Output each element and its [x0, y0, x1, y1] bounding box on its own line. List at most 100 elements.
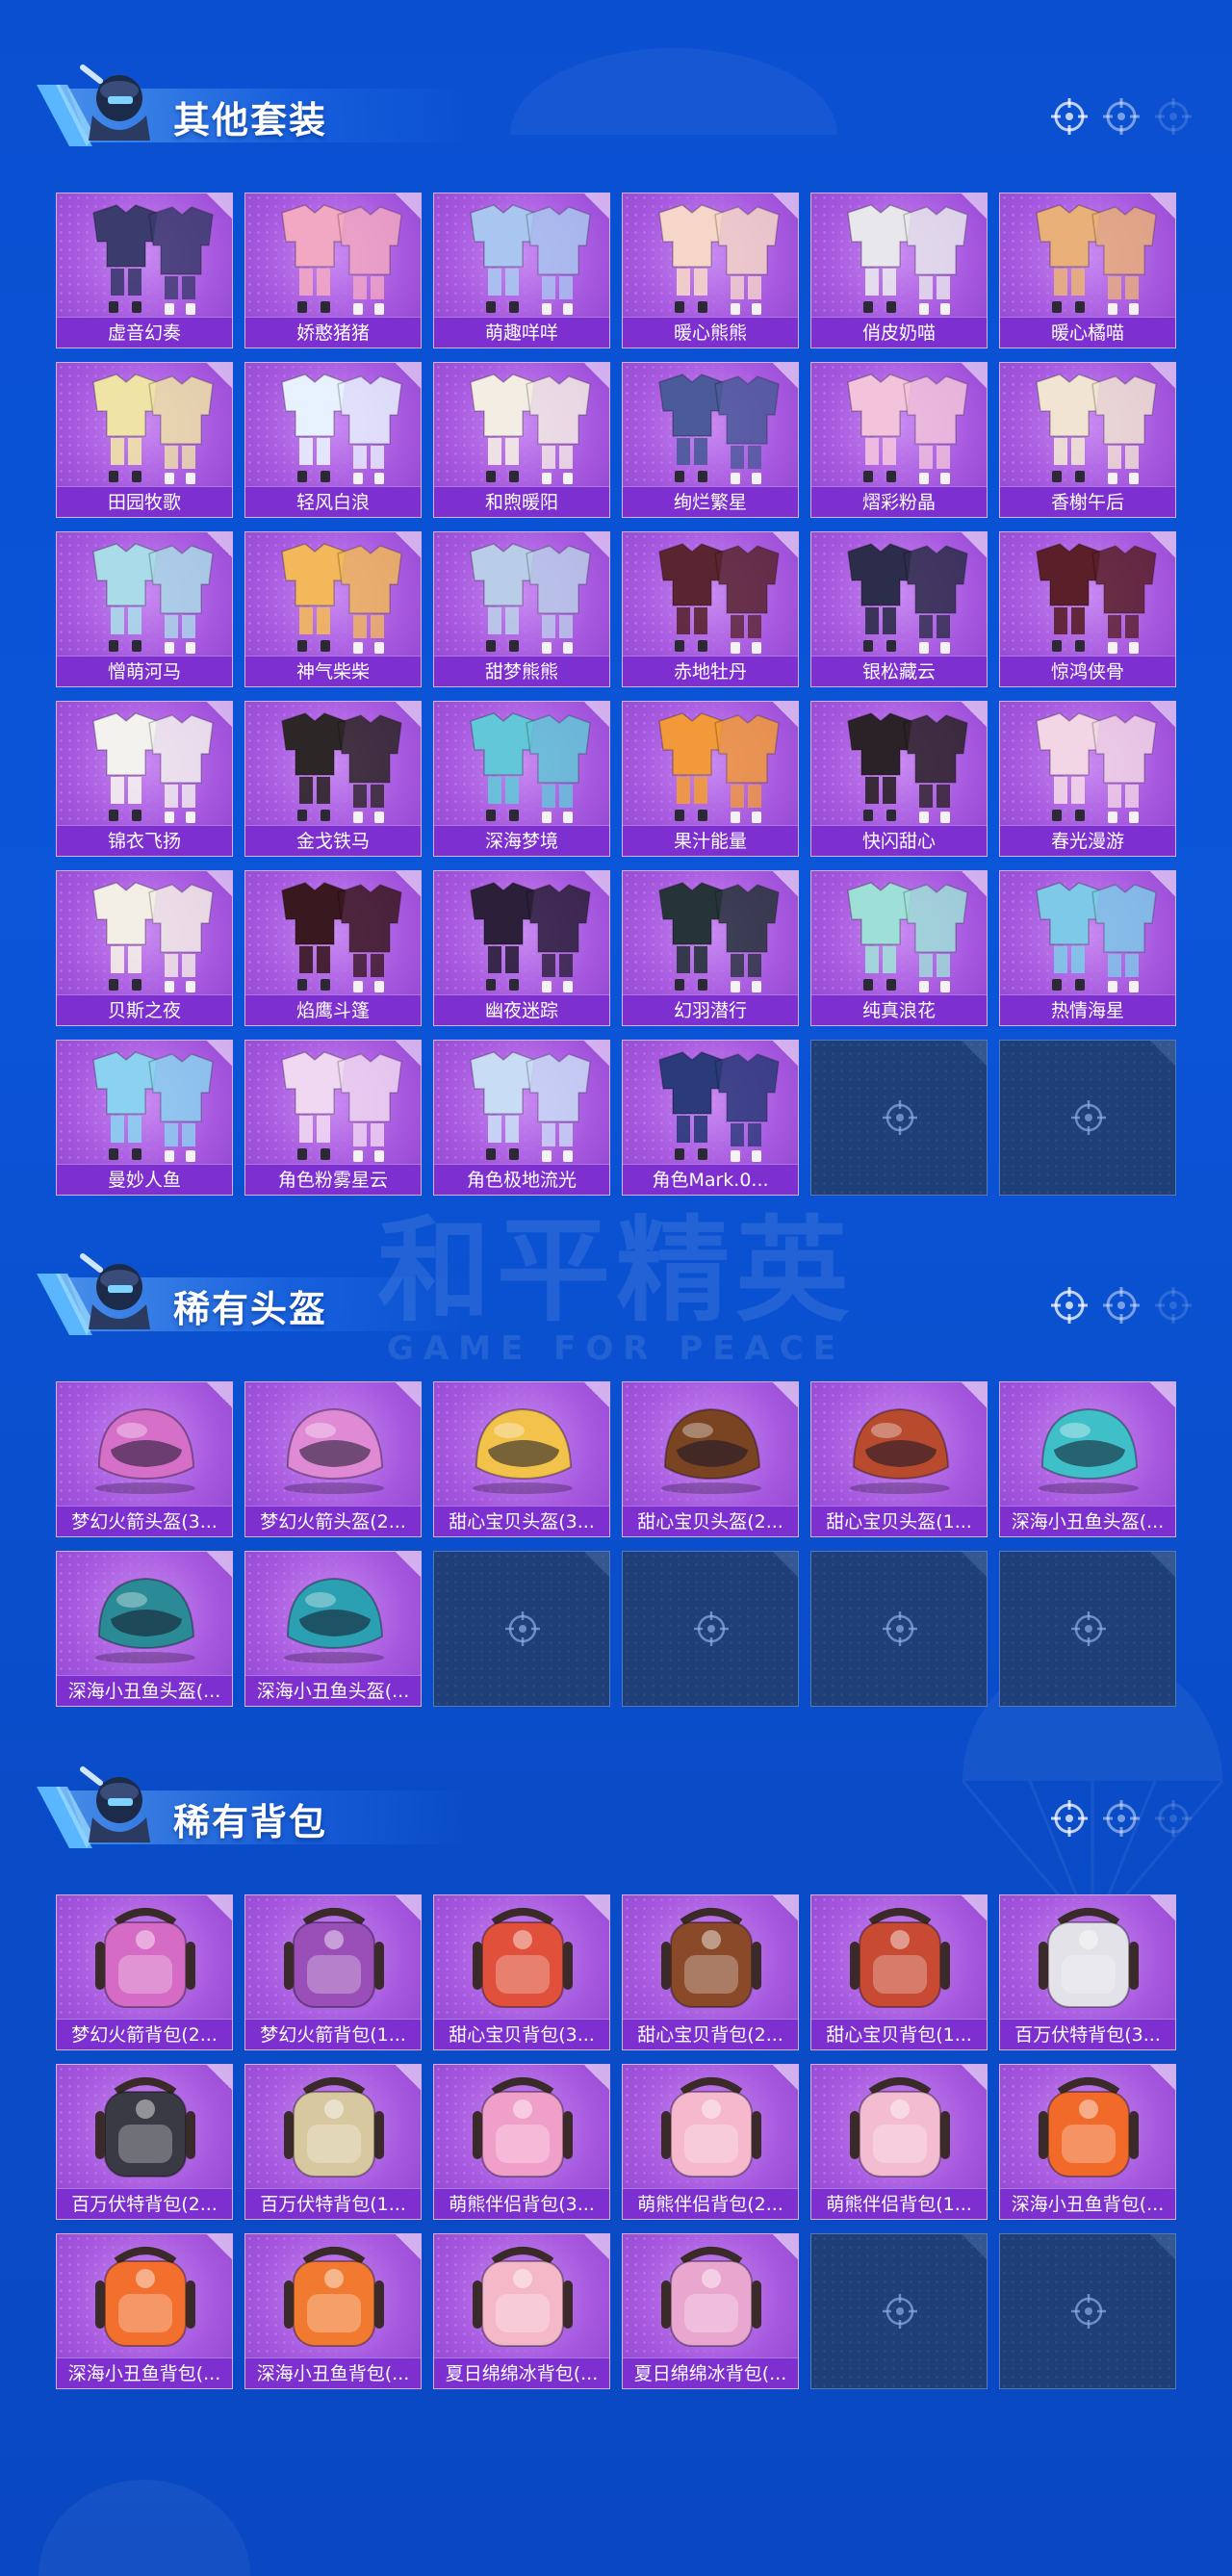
suit-item-card[interactable]: 绚烂繁星	[622, 362, 799, 518]
item-name-label: 热情海星	[1000, 994, 1175, 1025]
item-name-label: 深海梦境	[434, 825, 609, 856]
backpack-item-card[interactable]: 萌熊伴侣背包(2...	[622, 2064, 799, 2220]
helmet-item-card[interactable]: 深海小丑鱼头盔(...	[244, 1551, 422, 1707]
item-name-label: 梦幻火箭头盔(3...	[57, 1506, 232, 1536]
suit-image	[658, 882, 780, 992]
backpack-item-card[interactable]: 百万伏特背包(1...	[244, 2064, 422, 2220]
backpack-image	[284, 2077, 384, 2177]
helmet-image	[1039, 1407, 1139, 1494]
suit-item-card[interactable]: 银松藏云	[810, 531, 988, 687]
suit-item-card[interactable]: 惊鸿侠骨	[999, 531, 1176, 687]
helmet-item-card[interactable]: 甜心宝贝头盔(1...	[810, 1381, 988, 1537]
helmet-item-card[interactable]: 梦幻火箭头盔(2...	[244, 1381, 422, 1537]
backpack-item-card[interactable]: 甜心宝贝背包(1...	[810, 1894, 988, 2050]
backpack-image	[284, 2247, 384, 2347]
item-name-label: 梦幻火箭头盔(2...	[245, 1506, 421, 1536]
suit-item-card[interactable]: 春光漫游	[999, 701, 1176, 857]
suit-item-card[interactable]: 金戈铁马	[244, 701, 422, 857]
empty-slot-card	[999, 1551, 1176, 1707]
section-title: 稀有头盔	[173, 1288, 328, 1330]
helmet-item-card[interactable]: 甜心宝贝头盔(2...	[622, 1381, 799, 1537]
suit-item-card[interactable]: 幽夜迷踪	[433, 870, 610, 1026]
suit-item-card[interactable]: 萌趣咩咩	[433, 193, 610, 348]
suit-image	[281, 1051, 402, 1162]
item-name-label: 幽夜迷踪	[434, 994, 609, 1025]
suit-item-card[interactable]: 熠彩粉晶	[810, 362, 988, 518]
suit-item-card[interactable]: 轻风白浪	[244, 362, 422, 518]
backpack-item-card[interactable]: 萌熊伴侣背包(1...	[810, 2064, 988, 2220]
suit-item-card[interactable]: 锦衣飞扬	[56, 701, 233, 857]
suit-item-card[interactable]: 热情海星	[999, 870, 1176, 1026]
item-name-label: 银松藏云	[811, 656, 987, 686]
suit-item-card[interactable]: 暖心熊熊	[622, 193, 799, 348]
suit-image	[658, 1051, 780, 1162]
backpack-grid: 梦幻火箭背包(2... 梦幻火箭背包(1... 甜心宝贝背包(3... 甜心宝贝背包(…	[56, 1894, 1176, 2389]
suit-item-card[interactable]: 深海梦境	[433, 701, 610, 857]
item-name-label: 暖心橘喵	[1000, 317, 1175, 348]
suit-item-card[interactable]: 憎萌河马	[56, 531, 233, 687]
suit-item-card[interactable]: 香榭午后	[999, 362, 1176, 518]
suit-image	[92, 374, 214, 484]
empty-slot-crosshair-icon	[505, 1611, 540, 1646]
suit-item-card[interactable]: 角色粉雾星云	[244, 1040, 422, 1196]
backpack-item-card[interactable]: 萌熊伴侣背包(3...	[433, 2064, 610, 2220]
item-name-label: 虚音幻奏	[57, 317, 232, 348]
suit-item-card[interactable]: 娇憨猪猪	[244, 193, 422, 348]
suit-item-card[interactable]: 甜梦熊熊	[433, 531, 610, 687]
helmet-item-card[interactable]: 梦幻火箭头盔(3...	[56, 1381, 233, 1537]
suit-item-card[interactable]: 焰鹰斗篷	[244, 870, 422, 1026]
suit-item-card[interactable]: 俏皮奶喵	[810, 193, 988, 348]
suit-item-card[interactable]: 角色极地流光	[433, 1040, 610, 1196]
item-name-label: 金戈铁马	[245, 825, 421, 856]
backpack-image	[473, 2077, 573, 2177]
backpack-item-card[interactable]: 甜心宝贝背包(3...	[433, 1894, 610, 2050]
crosshair-icon	[1051, 1800, 1088, 1837]
item-name-label: 甜心宝贝头盔(3...	[434, 1506, 609, 1536]
helmet-item-card[interactable]: 甜心宝贝头盔(3...	[433, 1381, 610, 1537]
crosshair-icon	[1155, 1287, 1192, 1324]
suit-image	[470, 543, 591, 654]
item-name-label: 憎萌河马	[57, 656, 232, 686]
crosshair-icon	[1155, 1800, 1192, 1837]
item-name-label: 熠彩粉晶	[811, 486, 987, 517]
backpack-image	[284, 1908, 384, 2008]
item-name-label: 深海小丑鱼背包(...	[245, 2357, 421, 2388]
section-header: 稀有头盔	[29, 1237, 1222, 1343]
helmet-item-card[interactable]: 深海小丑鱼头盔(...	[56, 1551, 233, 1707]
suit-item-card[interactable]: 曼妙人鱼	[56, 1040, 233, 1196]
suit-item-card[interactable]: 和煦暖阳	[433, 362, 610, 518]
suit-item-card[interactable]: 赤地牡丹	[622, 531, 799, 687]
suit-image	[847, 543, 968, 654]
empty-slot-card	[810, 1040, 988, 1196]
crosshair-icon	[1155, 98, 1192, 135]
backpack-item-card[interactable]: 百万伏特背包(2...	[56, 2064, 233, 2220]
suit-item-card[interactable]: 暖心橘喵	[999, 193, 1176, 348]
suit-item-card[interactable]: 快闪甜心	[810, 701, 988, 857]
suit-item-card[interactable]: 果汁能量	[622, 701, 799, 857]
backpack-item-card[interactable]: 夏日绵绵冰背包(...	[433, 2233, 610, 2389]
backpack-item-card[interactable]: 甜心宝贝背包(2...	[622, 1894, 799, 2050]
suit-image	[847, 712, 968, 823]
backpack-item-card[interactable]: 百万伏特背包(3...	[999, 1894, 1176, 2050]
backpack-item-card[interactable]: 深海小丑鱼背包(...	[999, 2064, 1176, 2220]
item-name-label: 绚烂繁星	[623, 486, 798, 517]
suit-image	[658, 374, 780, 484]
backpack-image	[850, 2077, 950, 2177]
backpack-item-card[interactable]: 夏日绵绵冰背包(...	[622, 2233, 799, 2389]
suit-item-card[interactable]: 虚音幻奏	[56, 193, 233, 348]
suit-item-card[interactable]: 纯真浪花	[810, 870, 988, 1026]
helmet-image	[95, 1577, 195, 1663]
backpack-item-card[interactable]: 梦幻火箭背包(2...	[56, 1894, 233, 2050]
item-name-label: 萌熊伴侣背包(1...	[811, 2188, 987, 2219]
suit-item-card[interactable]: 角色Mark.0...	[622, 1040, 799, 1196]
suit-item-card[interactable]: 贝斯之夜	[56, 870, 233, 1026]
suit-item-card[interactable]: 神气柴柴	[244, 531, 422, 687]
backpack-item-card[interactable]: 深海小丑鱼背包(...	[56, 2233, 233, 2389]
suit-item-card[interactable]: 幻羽潜行	[622, 870, 799, 1026]
helmet-item-card[interactable]: 深海小丑鱼头盔(...	[999, 1381, 1176, 1537]
backpack-item-card[interactable]: 深海小丑鱼背包(...	[244, 2233, 422, 2389]
item-name-label: 香榭午后	[1000, 486, 1175, 517]
item-name-label: 快闪甜心	[811, 825, 987, 856]
backpack-item-card[interactable]: 梦幻火箭背包(1...	[244, 1894, 422, 2050]
suit-item-card[interactable]: 田园牧歌	[56, 362, 233, 518]
